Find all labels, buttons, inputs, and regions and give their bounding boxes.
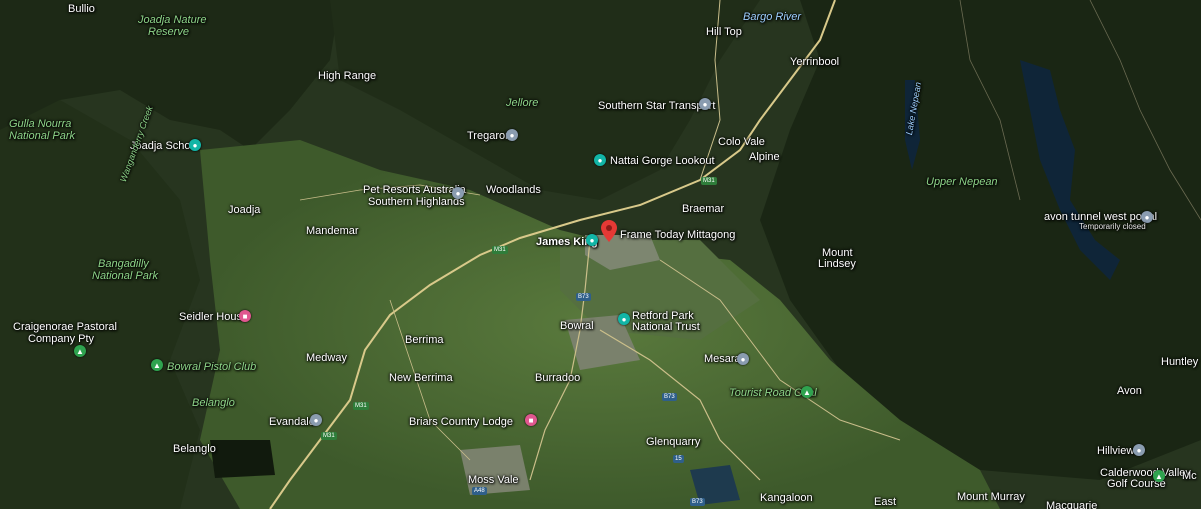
route-shield-b73: B73 [662,393,677,401]
place-label-nattai-gorge[interactable]: Nattai Gorge Lookout [610,155,715,167]
place-label-mount-lindsey[interactable]: Lindsey [818,258,856,270]
place-label-pet-resorts[interactable]: Pet Resorts Australia [363,184,466,196]
place-label-retford-park[interactable]: National Trust [632,321,700,333]
place-label-jellore[interactable]: Jellore [506,97,538,109]
bed-icon[interactable]: ■ [239,310,251,322]
bed-icon[interactable]: ■ [525,414,537,426]
route-shield-b73: B73 [576,293,591,301]
place-label-yerrinbool[interactable]: Yerrinbool [790,56,839,68]
place-label-avon[interactable]: Avon [1117,385,1142,397]
place-label-hillview[interactable]: Hillview [1097,445,1134,457]
place-label-macquarie[interactable]: Macquarie [1046,500,1097,509]
river-label-bargo[interactable]: Bargo River [743,11,801,23]
place-pin-icon[interactable]: ● [699,98,711,110]
place-label-colo-vale[interactable]: Colo Vale [718,136,765,148]
place-label-glenquarry[interactable]: Glenquarry [646,436,700,448]
place-label-moss-vale[interactable]: Moss Vale [468,474,519,486]
place-label-bowral-pistol-club[interactable]: Bowral Pistol Club [167,361,256,373]
tree-icon[interactable]: ▲ [151,359,163,371]
route-shield-15: 15 [673,455,684,463]
place-label-woodlands[interactable]: Woodlands [486,184,541,196]
place-label-tregaron[interactable]: Tregaron [467,130,511,142]
place-pin-icon[interactable]: ● [452,187,464,199]
park-label-bangadilly[interactable]: Bangadilly [98,258,149,270]
park-label-gulla-nourra[interactable]: Gulla Nourra [9,118,71,130]
place-label-belanglo[interactable]: Belanglo [173,443,216,455]
place-label-high-range[interactable]: High Range [318,70,376,82]
route-shield-a48: A48 [472,487,487,495]
place-label-braemar[interactable]: Braemar [682,203,724,215]
route-shield-m31: M31 [353,402,369,410]
place-label-bullio[interactable]: Bullio [68,3,95,15]
park-label-joadja-nature-reserve[interactable]: Reserve [148,26,189,38]
place-label-pet-resorts[interactable]: Southern Highlands [368,196,465,208]
place-label-berrima[interactable]: Berrima [405,334,444,346]
place-label-kangaloon[interactable]: Kangaloon [760,492,813,504]
place-label-evandale[interactable]: Evandale [269,416,315,428]
park-label-bangadilly[interactable]: National Park [92,270,158,282]
terrain-imagery [0,0,1201,509]
red-location-marker-icon[interactable] [601,220,617,242]
camera-icon[interactable]: ● [594,154,606,166]
place-label-hill-top[interactable]: Hill Top [706,26,742,38]
camera-icon[interactable]: ● [586,234,598,246]
park-label-gulla-nourra[interactable]: National Park [9,130,75,142]
place-label-craigenorae[interactable]: Craigenorae Pastoral [13,321,117,333]
place-label-southern-star-transport[interactable]: Southern Star Transport [598,100,715,112]
route-shield-b73: B73 [690,498,705,506]
place-label-mount-murray[interactable]: Mount Murray [957,491,1025,503]
route-shield-m31: M31 [321,432,337,440]
place-label-mc[interactable]: Mc [1182,470,1197,482]
place-label-alpine[interactable]: Alpine [749,151,780,163]
place-label-briars-country-lodge[interactable]: Briars Country Lodge [409,416,513,428]
tree-icon[interactable]: ▲ [74,345,86,357]
place-label-east[interactable]: East [874,496,896,508]
place-pin-icon[interactable]: ● [506,129,518,141]
selected-place-label[interactable]: Frame Today Mittagong [620,229,735,241]
place-label-huntley[interactable]: Huntley [1161,356,1198,368]
place-label-mandemar[interactable]: Mandemar [306,225,359,237]
place-label-seidler-house[interactable]: Seidler House [179,311,248,323]
area-label-upper-nepean[interactable]: Upper Nepean [926,176,998,188]
place-label-bowral[interactable]: Bowral [560,320,594,332]
place-label-new-berrima[interactable]: New Berrima [389,372,453,384]
place-label-belanglo-forest[interactable]: Belanglo [192,397,235,409]
place-pin-icon[interactable]: ● [737,353,749,365]
attraction-icon[interactable]: ● [189,139,201,151]
route-shield-m31: M31 [492,246,508,254]
place-label-burradoo[interactable]: Burradoo [535,372,580,384]
tree-icon[interactable]: ▲ [1153,470,1165,482]
status-temporarily-closed: Temporarily closed [1079,222,1146,231]
place-pin-icon[interactable]: ● [1133,444,1145,456]
place-label-craigenorae[interactable]: Company Pty [28,333,94,345]
park-label-joadja-nature-reserve[interactable]: Joadja Nature [138,14,207,26]
place-label-joadja[interactable]: Joadja [228,204,260,216]
place-label-medway[interactable]: Medway [306,352,347,364]
camera-icon[interactable]: ● [618,313,630,325]
satellite-map[interactable]: M31 M31 M31 M31 B73 B73 B73 A48 15 Bulli… [0,0,1201,509]
route-shield-m31: M31 [701,177,717,185]
place-pin-icon[interactable]: ● [310,414,322,426]
tree-icon[interactable]: ▲ [801,386,813,398]
